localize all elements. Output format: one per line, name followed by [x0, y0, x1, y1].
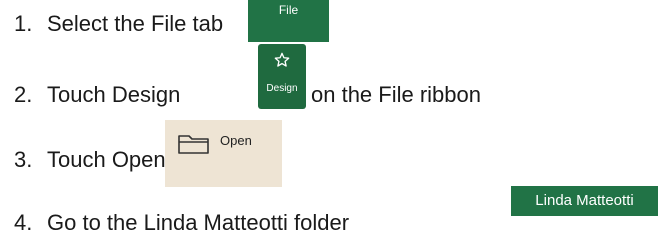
open-label: Open — [220, 133, 252, 148]
design-label: Design — [266, 83, 298, 94]
step-text: Select the File tab — [47, 11, 224, 36]
star-icon — [274, 52, 290, 67]
step-text-after: on the File ribbon — [311, 82, 481, 107]
step-number: 1. — [14, 11, 33, 36]
step-number: 3. — [14, 147, 33, 172]
step-text: Touch Open — [47, 147, 166, 172]
file-tab-label: File — [278, 3, 299, 17]
folder-icon — [178, 135, 209, 154]
step-number: 2. — [14, 82, 33, 107]
step-number: 4. — [14, 210, 33, 235]
folder-label: Linda Matteotti — [535, 192, 634, 209]
step-text: Touch Design — [47, 82, 181, 107]
step-text: Go to the Linda Matteotti folder — [47, 210, 350, 235]
linda-matteotti-folder-button[interactable]: Linda Matteotti — [511, 186, 658, 216]
file-tab-button[interactable]: File — [248, 0, 329, 42]
open-button[interactable]: Open — [165, 120, 282, 187]
design-button[interactable]: Design — [258, 44, 306, 109]
